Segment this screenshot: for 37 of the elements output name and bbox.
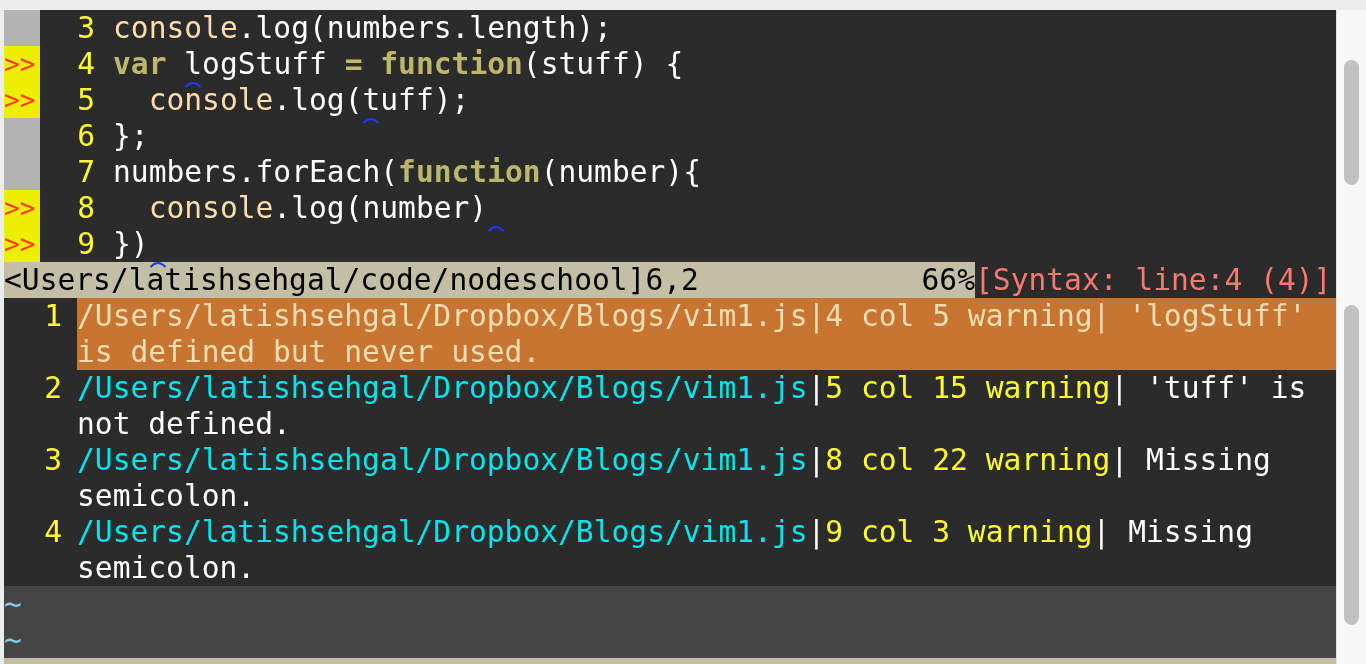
- line-number: 6: [76, 118, 96, 154]
- code-line: console.log(tuff);: [113, 82, 470, 118]
- line-number: 8: [76, 190, 96, 226]
- code-line: console.log(numbers.length);: [113, 10, 612, 46]
- line-number: 4: [76, 46, 96, 82]
- sign-column: [4, 118, 40, 154]
- scrollbar[interactable]: [1336, 10, 1366, 298]
- syntax-status: [Syntax: line:4 (4)]: [975, 262, 1332, 298]
- code-line: numbers.forEach(function(number){: [113, 154, 701, 190]
- warning-sign: >>: [4, 226, 40, 262]
- line-number: 5: [76, 82, 96, 118]
- warning-sign: >>: [4, 82, 40, 118]
- scrollbar[interactable]: [1336, 298, 1366, 664]
- sign-column: [4, 154, 40, 190]
- warning-sign: >>: [4, 46, 40, 82]
- entry-number: 2: [43, 370, 63, 407]
- code-line: var logStuff = function(stuff) {: [113, 46, 684, 82]
- warning-sign: >>: [4, 190, 40, 226]
- entry-number: 1: [43, 298, 63, 335]
- quickfix-entry[interactable]: /Users/latishsehgal/Dropbox/Blogs/vim1.js|8 col 22 warning| Missing semicolon.: [77, 442, 1336, 514]
- code-line: };: [113, 118, 149, 154]
- empty-line-marker: ~: [4, 587, 22, 621]
- sign-column: [4, 10, 40, 46]
- line-number: 7: [76, 154, 96, 190]
- entry-number: 4: [43, 514, 63, 551]
- line-number: 3: [76, 10, 96, 46]
- code-line: console.log(number): [113, 190, 488, 226]
- status-path: <Users/latishsehgal/code/nodeschool]6,2: [4, 262, 699, 298]
- line-number: 9: [76, 226, 96, 262]
- status-percent: 66%: [921, 262, 975, 298]
- empty-line-marker: ~: [4, 623, 22, 657]
- scrollbar-thumb[interactable]: [1344, 60, 1359, 185]
- code-line: }): [113, 226, 149, 262]
- scrollbar-thumb[interactable]: [1344, 305, 1359, 625]
- quickfix-entry[interactable]: /Users/latishsehgal/Dropbox/Blogs/vim1.js|5 col 15 warning| 'tuff' is not defined.: [77, 370, 1336, 442]
- entry-number: 3: [43, 442, 63, 479]
- quickfix-entry[interactable]: /Users/latishsehgal/Dropbox/Blogs/vim1.js|9 col 3 warning| Missing semicolon.: [77, 514, 1336, 586]
